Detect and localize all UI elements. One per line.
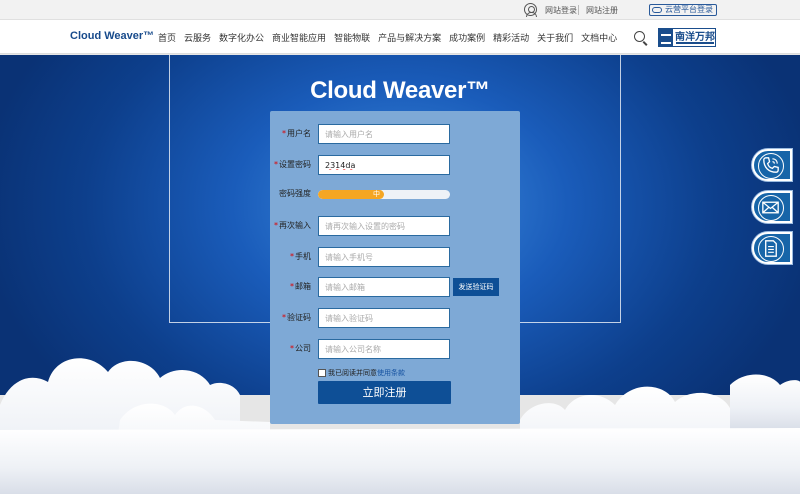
- send-code-button[interactable]: 发送验证码: [453, 278, 499, 296]
- contact-phone-button[interactable]: [752, 149, 792, 181]
- username-row: *用户名: [270, 124, 520, 144]
- verification-code-row: *验证码: [270, 308, 520, 328]
- password-strength-meter: 中: [318, 190, 450, 199]
- nav-item-cases[interactable]: 成功案例: [449, 31, 485, 44]
- nav-item-digital-office[interactable]: 数字化办公: [219, 31, 264, 44]
- nav-item-business-intelligence[interactable]: 商业智能应用: [272, 31, 326, 44]
- divider: [578, 5, 579, 15]
- register-link[interactable]: 网站注册: [586, 5, 618, 16]
- password-strength-label: 密码强度: [279, 189, 311, 198]
- nav-item-events[interactable]: 精彩活动: [493, 31, 529, 44]
- company-input[interactable]: [318, 339, 450, 359]
- cloud-icon: [652, 7, 662, 13]
- verification-code-label: *验证码: [282, 313, 311, 322]
- phone-input[interactable]: [318, 247, 450, 267]
- password-label: *设置密码: [274, 160, 311, 169]
- user-icon[interactable]: [524, 3, 537, 17]
- confirm-password-label: *再次输入: [274, 221, 311, 230]
- username-label: *用户名: [282, 129, 311, 138]
- cloud-platform-login-button[interactable]: 云营平台登录: [649, 4, 717, 16]
- brand-logo[interactable]: Cloud Weaver™: [70, 30, 154, 42]
- password-strength-row: 密码强度 中: [270, 184, 520, 204]
- email-row: *邮箱 发送验证码: [270, 277, 520, 297]
- email-input[interactable]: [318, 277, 450, 297]
- password-input[interactable]: [318, 155, 450, 175]
- username-input[interactable]: [318, 124, 450, 144]
- terms-checkbox[interactable]: [318, 369, 326, 377]
- registration-form: *用户名 *设置密码 密码强度 中 *再次输入 *手机 *邮箱 发送验证码 *验…: [270, 111, 520, 424]
- main-nav: Cloud Weaver™ 首页 云服务 数字化办公 商业智能应用 智能物联 产…: [0, 20, 800, 54]
- password-row: *设置密码: [270, 155, 520, 175]
- mail-icon: [758, 195, 784, 221]
- hero-title: Cloud Weaver™: [310, 77, 490, 104]
- top-bar: 网站登录 网站注册 云营平台登录: [0, 0, 800, 20]
- document-icon: [758, 236, 784, 262]
- search-icon[interactable]: [634, 31, 645, 42]
- nav-item-home[interactable]: 首页: [158, 31, 176, 44]
- nav-item-about[interactable]: 关于我们: [537, 31, 573, 44]
- terms-agreement: 我已阅读并同意 使用条款: [318, 368, 405, 378]
- nav-item-products-solutions[interactable]: 产品与解决方案: [378, 31, 441, 44]
- phone-label: *手机: [290, 252, 311, 261]
- verification-code-input[interactable]: [318, 308, 450, 328]
- partner-logo-mark: [659, 29, 673, 46]
- cloud-login-label: 云营平台登录: [665, 5, 713, 14]
- confirm-password-row: *再次输入: [270, 216, 520, 236]
- login-link[interactable]: 网站登录: [545, 5, 577, 16]
- partner-logo-underline: [676, 42, 714, 44]
- contact-document-button[interactable]: [752, 232, 792, 264]
- password-strength-fill: 中: [318, 190, 384, 199]
- phone-row: *手机: [270, 247, 520, 267]
- nav-item-iot[interactable]: 智能物联: [334, 31, 370, 44]
- password-strength-level: 中: [373, 190, 380, 198]
- contact-mail-button[interactable]: [752, 191, 792, 223]
- company-row: *公司: [270, 339, 520, 359]
- nav-item-cloud-services[interactable]: 云服务: [184, 31, 211, 44]
- terms-agree-text: 我已阅读并同意: [328, 369, 377, 377]
- nav-menu: 首页 云服务 数字化办公 商业智能应用 智能物联 产品与解决方案 成功案例 精彩…: [158, 31, 625, 44]
- phone-icon: [758, 153, 784, 179]
- partner-logo[interactable]: 南洋万邦: [658, 28, 716, 47]
- nav-item-docs[interactable]: 文档中心: [581, 31, 617, 44]
- terms-link[interactable]: 使用条款: [377, 368, 405, 378]
- confirm-password-input[interactable]: [318, 216, 450, 236]
- email-label: *邮箱: [290, 282, 311, 291]
- company-label: *公司: [290, 344, 311, 353]
- register-submit-button[interactable]: 立即注册: [318, 381, 451, 404]
